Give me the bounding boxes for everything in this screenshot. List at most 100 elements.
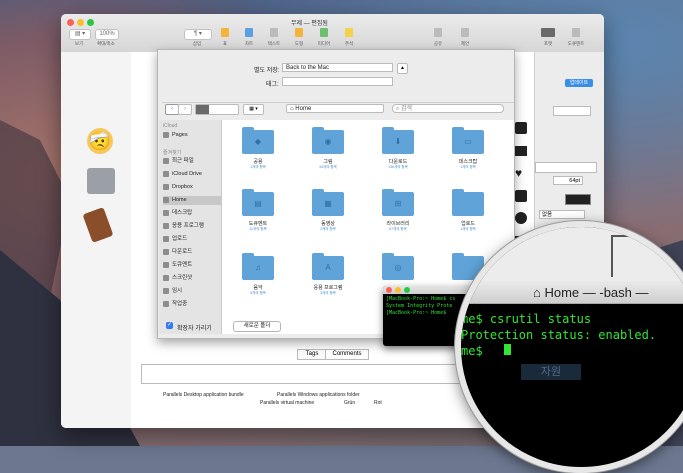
text-color-well[interactable] <box>565 194 591 205</box>
hide-extension-checkbox[interactable]: ✓ <box>166 322 173 329</box>
sidebar-item-desktop[interactable]: 데스크탑 <box>163 209 221 218</box>
folder-item[interactable]: ♫ 음악 5개의 항목 <box>240 253 276 296</box>
close-button[interactable] <box>386 287 392 293</box>
coffin-icon[interactable] <box>82 207 114 243</box>
location-popup[interactable]: ⌂ Home <box>286 104 384 113</box>
sidebar-item-temp[interactable]: 임시 <box>163 287 221 296</box>
sidebar-item-dropbox[interactable]: Dropbox <box>163 183 221 192</box>
back-button[interactable]: ‹ <box>165 104 179 115</box>
location-value: Home <box>295 106 312 112</box>
desktop-icon <box>163 209 169 216</box>
clock-icon[interactable] <box>515 212 527 224</box>
sidebar-item-recents[interactable]: 최근 파일 <box>163 157 221 166</box>
folder-item[interactable]: ◎ <box>380 253 416 284</box>
tags-field[interactable] <box>282 77 393 86</box>
sidebar-item-home[interactable]: Home <box>163 196 221 205</box>
update-button[interactable]: 업데이트 <box>565 79 593 87</box>
folder-item[interactable]: 업로드1개의 항목 <box>450 189 486 232</box>
sidebar-item-documents[interactable]: 도큐멘트 <box>163 261 221 270</box>
folder-item[interactable]: ▭ 데스크탑 1개의 항목 <box>450 127 486 170</box>
arrange-button[interactable]: ▦ ▾ <box>243 104 264 115</box>
folder-item[interactable]: ▤ 도큐멘트 11개의 항목 <box>240 189 276 232</box>
printer-small-icon[interactable] <box>515 190 527 202</box>
heart-icon[interactable]: ♥ <box>515 167 527 179</box>
insert-button[interactable]: ¶ ▾ <box>184 29 212 40</box>
sidebar-item-label: 작업중 <box>172 301 188 307</box>
monitor-icon[interactable] <box>515 146 527 156</box>
close-button[interactable] <box>67 19 74 26</box>
chart-icon[interactable] <box>245 28 253 37</box>
save-as-field[interactable]: Back to the Mac <box>282 63 393 72</box>
expand-button[interactable]: ▲ <box>397 63 408 74</box>
applications-icon <box>163 222 169 229</box>
magnified-line: me$ <box>461 344 483 358</box>
minimize-button[interactable] <box>77 19 84 26</box>
tips-icon[interactable] <box>461 28 469 37</box>
zoom-button[interactable] <box>87 19 94 26</box>
sidebar-item-label: 다운로드 <box>172 249 193 255</box>
folder-name: 동영상 <box>321 221 335 227</box>
folder-item[interactable]: ▦ 동영상 2개의 항목 <box>310 189 346 232</box>
share-icon[interactable] <box>434 28 442 37</box>
table-icon[interactable] <box>221 28 229 37</box>
printer-icon[interactable] <box>87 168 115 194</box>
folder-count: 67개의 항목 <box>389 227 407 231</box>
folder-count: 3개의 항목 <box>320 291 336 295</box>
format-icon[interactable] <box>541 28 555 37</box>
folder-count: 1개의 항목 <box>250 165 266 169</box>
shape-icon[interactable] <box>295 28 303 37</box>
minimize-button[interactable] <box>395 287 401 293</box>
style-segment[interactable] <box>553 106 591 116</box>
film-icon: ▦ <box>324 199 332 208</box>
text-icon[interactable] <box>270 28 278 37</box>
comment-icon[interactable] <box>345 28 353 37</box>
d-icon[interactable] <box>515 122 527 134</box>
sidebar-item-icloud-drive[interactable]: iCloud Drive <box>163 170 221 179</box>
new-folder-button[interactable]: 새로운 폴더 <box>233 321 281 332</box>
sidebar-item-screenshots[interactable]: 스크린샷 <box>163 274 221 283</box>
pages-toolbar: 무제 — 편집됨 ▤ ▾ 100% 보기 확대/축소 ¶ ▾ 삽입 표 차트 텍… <box>61 14 604 53</box>
sidebar-item-downloads[interactable]: 다운로드 <box>163 248 221 257</box>
sidebar-item-applications[interactable]: 응용 프로그램 <box>163 222 221 231</box>
font-size-field[interactable]: 64pt <box>553 176 583 185</box>
forward-button[interactable]: › <box>178 104 192 115</box>
folder-icon <box>163 274 169 281</box>
folder-item[interactable]: ◆ 공용 1개의 항목 <box>240 127 276 170</box>
magnifier-content: ⌂ Home — -bash — me$ csrutil status Prot… <box>461 227 683 467</box>
document-label: 도큐멘트 <box>567 41 585 46</box>
folder-icon: ◉ <box>312 127 344 154</box>
window-title: 무제 — 편집됨 <box>291 21 328 27</box>
divider <box>162 102 514 103</box>
sidebar-item-label: 최근 파일 <box>172 158 194 164</box>
view-mode-segment[interactable] <box>195 104 239 115</box>
folder-count: 5개의 항목 <box>250 291 266 295</box>
view-button[interactable]: ▤ ▾ <box>69 29 91 40</box>
sidebar-item-label: iCloud Drive <box>172 171 202 177</box>
folder-name: 공용 <box>253 159 263 165</box>
font-select[interactable] <box>535 162 597 173</box>
tags-label: 태그: <box>266 82 279 88</box>
sidebar-item-pages[interactable]: Pages <box>163 131 221 140</box>
sidebar-item-working[interactable]: 작업중 <box>163 300 221 309</box>
tab-comments[interactable]: Comments <box>325 349 369 360</box>
folder-item[interactable]: ⬇ 다운로드 136개의 항목 <box>380 127 416 170</box>
search-input[interactable]: ⌕ 검색 <box>392 104 504 113</box>
sidebar-item-label: Pages <box>172 132 188 138</box>
magnified-button[interactable]: 자원 <box>521 364 581 380</box>
download-icon <box>163 248 169 255</box>
folder-icon: ◎ <box>382 253 414 280</box>
zoom-select[interactable]: 100% <box>95 29 119 40</box>
zoom-button[interactable] <box>404 287 410 293</box>
style-select[interactable]: 없음 <box>539 210 585 219</box>
tab-tags[interactable]: Tags <box>297 349 327 360</box>
document-icon[interactable] <box>572 28 580 37</box>
folder-item[interactable]: ⊞ 라이브러리 67개의 항목 <box>380 189 416 232</box>
emoji-face-icon[interactable]: 🤕 <box>87 128 113 154</box>
document-icon: ▤ <box>254 199 262 208</box>
folder-item[interactable]: ◉ 그림 43개의 항목 <box>310 127 346 170</box>
icon-view-button[interactable] <box>196 105 209 114</box>
media-icon[interactable] <box>320 28 328 37</box>
magnified-title: ⌂ Home — -bash — <box>533 285 649 300</box>
sidebar-item-uploads[interactable]: 업로드 <box>163 235 221 244</box>
folder-item[interactable]: A 응용 프로그램 3개의 항목 <box>310 253 346 296</box>
